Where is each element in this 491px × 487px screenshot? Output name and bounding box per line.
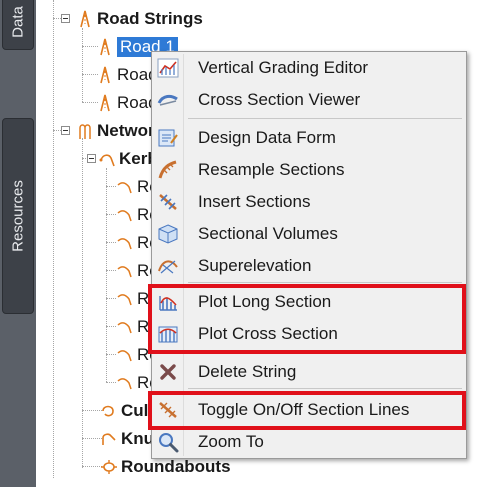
tree-node-label: Roundabouts [121, 457, 231, 476]
tree-node-label: Knu [121, 429, 155, 448]
menu-item-sectional-volumes[interactable]: Sectional Volumes [154, 220, 464, 248]
kerb-curve-icon [116, 346, 134, 364]
tree-node-cul-de-sacs[interactable]: Cul- [100, 400, 154, 422]
sectional-volumes-icon [154, 220, 182, 248]
tab-data[interactable]: Data [2, 0, 34, 50]
menu-item-cross-section-viewer[interactable]: Cross Section Viewer [154, 86, 464, 114]
menu-separator [188, 282, 462, 283]
vertical-grading-icon [154, 54, 182, 82]
roundabout-icon [100, 458, 118, 476]
menu-item-toggle-section-lines[interactable]: Toggle On/Off Section Lines [154, 396, 464, 424]
tree-connector [82, 466, 102, 467]
plot-cross-section-icon [154, 320, 182, 348]
menu-item-superelevation[interactable]: Superelevation [154, 252, 464, 280]
menu-item-resample-sections[interactable]: Resample Sections [154, 156, 464, 184]
road-icon [96, 94, 114, 112]
context-menu: Vertical Grading Editor Cross Section Vi… [151, 51, 467, 459]
tree-connector [82, 28, 83, 102]
toggle-section-lines-icon [154, 396, 182, 424]
cul-de-sac-icon [100, 402, 118, 420]
plot-long-section-icon [154, 288, 182, 316]
zoom-to-icon [154, 428, 182, 456]
road-string-icon [76, 10, 94, 28]
tree-connector [82, 410, 102, 411]
road-icon [96, 66, 114, 84]
collapse-networks-icon[interactable] [61, 126, 70, 135]
tree-node-road-2[interactable]: Road [96, 64, 158, 86]
menu-separator [188, 352, 462, 353]
tree-connector [106, 186, 116, 187]
menu-item-delete-string[interactable]: Delete String [154, 358, 464, 386]
collapse-road-strings-icon[interactable] [61, 14, 70, 23]
tree-connector [106, 326, 116, 327]
tree-connector [106, 214, 116, 215]
menu-item-plot-cross-section[interactable]: Plot Cross Section [154, 320, 464, 348]
tree-node-label: Cul- [121, 401, 155, 420]
tree-node-road-3[interactable]: Road [96, 92, 158, 114]
menu-item-insert-sections[interactable]: Insert Sections [154, 188, 464, 216]
knuckle-icon [100, 430, 118, 448]
tree-connector [106, 354, 116, 355]
kerb-curve-icon [116, 178, 134, 196]
tree-node-kerbs[interactable]: Kerb [98, 148, 158, 170]
tree-node-roundabouts[interactable]: Roundabouts [100, 456, 231, 478]
tree-connector [106, 298, 116, 299]
side-tab-strip: Data Resources [0, 0, 36, 487]
tree-connector [106, 242, 116, 243]
menu-item-zoom-to[interactable]: Zoom To [154, 428, 464, 456]
insert-sections-icon [154, 188, 182, 216]
cross-section-viewer-icon [154, 86, 182, 114]
kerb-icon [98, 150, 116, 168]
network-icon [76, 122, 94, 140]
tree-connector [82, 138, 83, 468]
resample-sections-icon [154, 156, 182, 184]
collapse-kerbs-icon[interactable] [87, 154, 96, 163]
tab-resources[interactable]: Resources [2, 118, 34, 314]
tree-node-road-strings[interactable]: Road Strings [76, 8, 203, 30]
road-icon [96, 38, 114, 56]
delete-string-icon [154, 358, 182, 386]
superelevation-icon [154, 252, 182, 280]
tree-connector [53, 0, 54, 478]
kerb-curve-icon [116, 318, 134, 336]
menu-item-plot-long-section[interactable]: Plot Long Section [154, 288, 464, 316]
tree-connector [106, 270, 116, 271]
kerb-curve-icon [116, 290, 134, 308]
design-data-form-icon [154, 124, 182, 152]
menu-separator [188, 388, 462, 389]
kerb-curve-icon [116, 206, 134, 224]
menu-separator [188, 118, 462, 119]
tree-connector [82, 438, 102, 439]
menu-item-vertical-grading-editor[interactable]: Vertical Grading Editor [154, 54, 464, 82]
tree-connector [106, 382, 116, 383]
kerb-curve-icon [116, 234, 134, 252]
menu-item-design-data-form[interactable]: Design Data Form [154, 124, 464, 152]
tree-node-label: Road Strings [97, 9, 203, 28]
tree-node-knuckles[interactable]: Knu [100, 428, 154, 450]
tree-connector [106, 168, 107, 382]
kerb-curve-icon [116, 262, 134, 280]
kerb-curve-icon [116, 374, 134, 392]
